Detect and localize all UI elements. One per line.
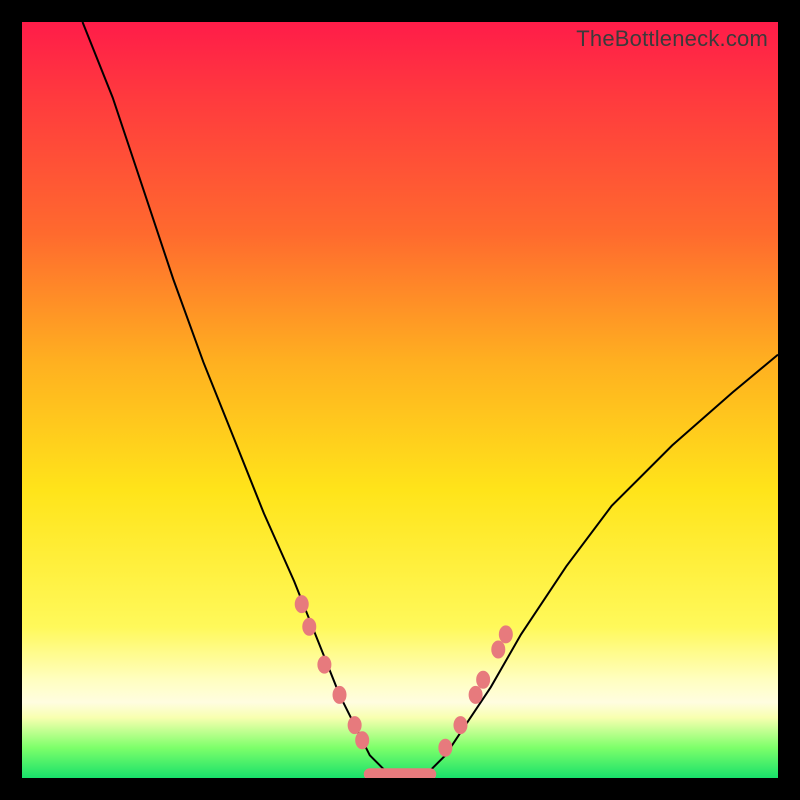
curve-marker (453, 716, 467, 734)
plot-area: TheBottleneck.com (22, 22, 778, 778)
curve-marker (302, 618, 316, 636)
bottleneck-curve (22, 22, 778, 778)
curve-marker (476, 671, 490, 689)
curve-marker (438, 739, 452, 757)
curve-marker (491, 640, 505, 658)
curve-marker (499, 625, 513, 643)
curve-marker (348, 716, 362, 734)
curve-marker (469, 686, 483, 704)
curve-marker (317, 656, 331, 674)
marker-cluster-right (438, 625, 512, 756)
curve-marker (295, 595, 309, 613)
marker-cluster-left (295, 595, 369, 749)
outer-frame: TheBottleneck.com (0, 0, 800, 800)
curve-marker (333, 686, 347, 704)
curve-marker (355, 731, 369, 749)
watermark-text: TheBottleneck.com (576, 26, 768, 52)
curve-path (83, 22, 779, 778)
